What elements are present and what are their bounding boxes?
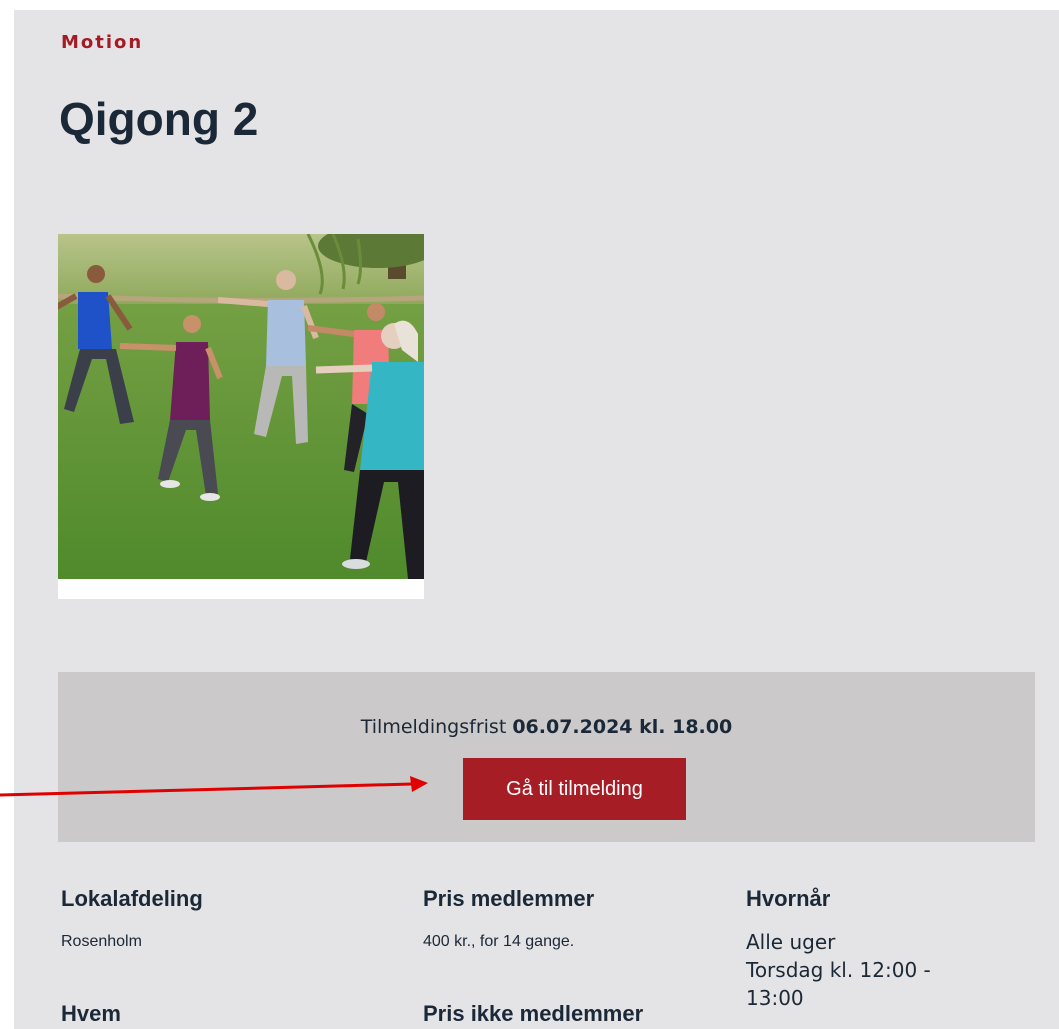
event-image-card [58,234,424,599]
price-non-members-heading: Pris ikke medlemmer [423,1001,644,1026]
when-column: Hvornår Alle uger Torsdag kl. 12:00 - 13… [746,886,931,1012]
event-panel: Motion Qigong 2 Tilmeldingsfrist 06.07.2… [14,10,1059,1029]
go-to-signup-button[interactable]: Gå til tilmelding [463,758,686,820]
signup-deadline: Tilmeldingsfrist 06.07.2024 kl. 18.00 [58,716,1035,738]
deadline-label: Tilmeldingsfrist [360,716,507,738]
signup-box: Tilmeldingsfrist 06.07.2024 kl. 18.00 Gå… [58,672,1035,842]
deadline-value: 06.07.2024 kl. 18.00 [512,716,733,738]
price-column: Pris medlemmer 400 kr., for 14 gange. Pr… [423,886,643,1027]
event-photo [58,234,424,579]
price-members-heading: Pris medlemmer [423,886,595,911]
who-heading: Hvem [61,1001,121,1026]
when-time-end: 13:00 [746,986,804,1010]
when-time: Torsdag kl. 12:00 - [746,958,931,982]
qigong-group-photo [58,234,424,579]
page-title: Qigong 2 [59,93,259,145]
department-column: Lokalafdeling Rosenholm Hvem [61,886,203,1027]
when-heading: Hvornår [746,886,831,911]
department-value: Rosenholm [61,933,142,950]
category-label: Motion [61,32,144,53]
department-heading: Lokalafdeling [61,886,203,911]
price-members-value: 400 kr., for 14 gange. [423,933,575,950]
when-frequency: Alle uger [746,930,836,954]
annotation-arrow [0,776,428,797]
